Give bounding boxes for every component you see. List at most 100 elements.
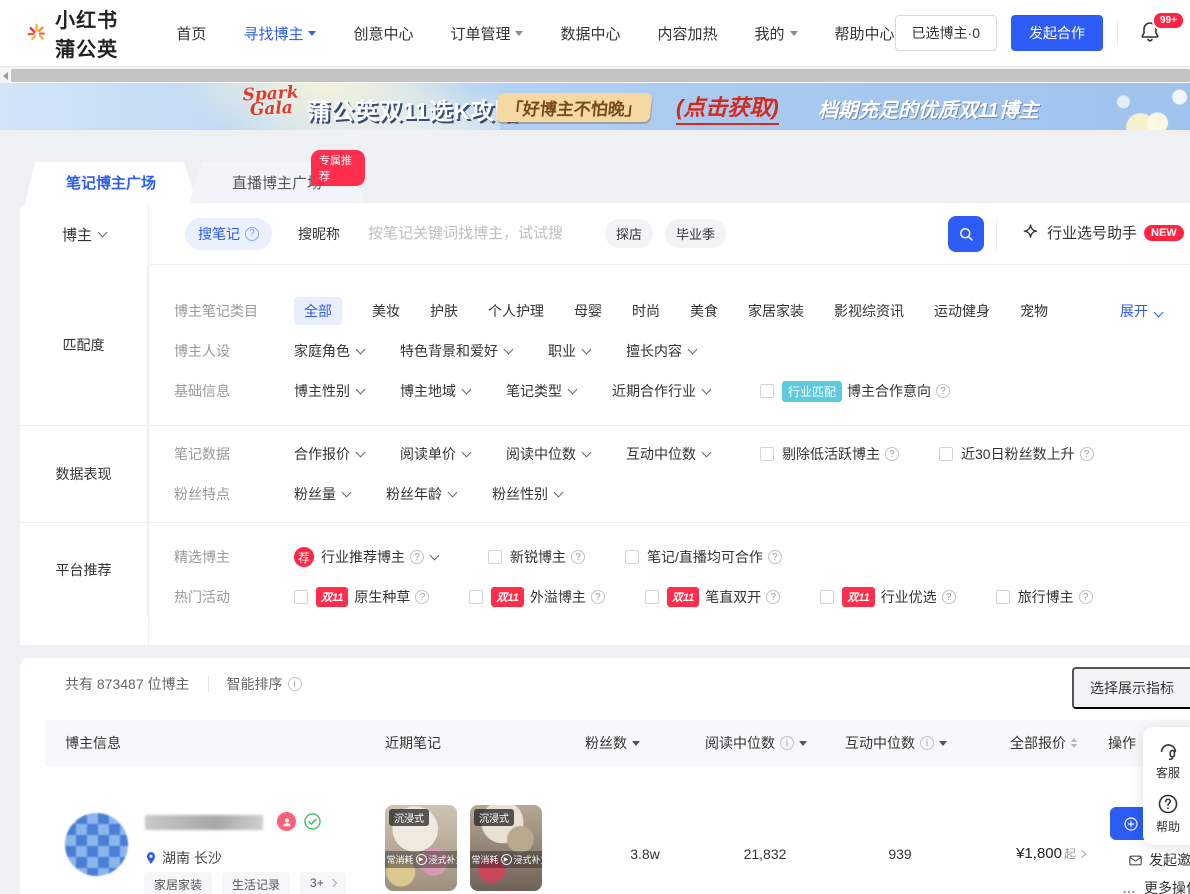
help-icon[interactable]: ?: [766, 590, 780, 604]
search-mode-note[interactable]: 搜笔记?: [185, 218, 272, 250]
customer-service-button[interactable]: 客服: [1155, 739, 1181, 781]
expand-link[interactable]: 展开: [1120, 301, 1162, 321]
checkbox[interactable]: [625, 550, 639, 564]
checkbox[interactable]: [996, 590, 1010, 604]
dropdown-region[interactable]: 博主地域: [400, 381, 470, 401]
help-icon[interactable]: ?: [885, 447, 899, 461]
filter-row-basic-info: 基础信息 博主性别 博主地域 笔记类型 近期合作行业 行业匹配 博主合作意向 ?: [147, 371, 1190, 411]
help-icon[interactable]: ?: [768, 550, 782, 564]
dropdown-family-role[interactable]: 家庭角色: [294, 341, 364, 361]
category-option[interactable]: 影视综资讯: [834, 301, 904, 321]
nav-item-mine[interactable]: 我的: [755, 23, 798, 44]
help-icon[interactable]: ?: [936, 384, 950, 398]
category-option[interactable]: 美食: [690, 301, 718, 321]
category-option[interactable]: 宠物: [1020, 301, 1048, 321]
category-option[interactable]: 个人护理: [488, 301, 544, 321]
promo-banner[interactable]: SparkGala 蒲公英双11选K攻略 「好博主不怕晚」 (点击获取) 档期充…: [0, 83, 1190, 130]
question-circle-icon: [1157, 793, 1179, 815]
category-option[interactable]: 时尚: [632, 301, 660, 321]
help-button[interactable]: 帮助: [1155, 793, 1181, 835]
dropdown-occupation[interactable]: 职业: [548, 341, 590, 361]
checkbox-travel-blogger: 旅行博主 ?: [996, 587, 1093, 607]
column-interact-median-sort[interactable]: 互动中位数i: [845, 720, 947, 766]
category-option[interactable]: 母婴: [574, 301, 602, 321]
blogger-name-redacted[interactable]: [145, 815, 263, 830]
nav-item-content-heating[interactable]: 内容加热: [658, 23, 718, 44]
nav-item-order-management[interactable]: 订单管理: [450, 23, 523, 44]
brand-logo[interactable]: 小红书蒲公英: [26, 4, 138, 62]
tab-note-blogger-plaza[interactable]: 笔记博主广场: [25, 162, 197, 203]
search-mode-nickname[interactable]: 搜昵称: [298, 224, 340, 244]
dropdown-fans-count[interactable]: 粉丝量: [294, 484, 350, 504]
checkbox[interactable]: [294, 590, 308, 604]
hot-tag-biyeji[interactable]: 毕业季: [665, 219, 726, 248]
dropdown-note-type[interactable]: 笔记类型: [506, 381, 576, 401]
help-icon[interactable]: ?: [591, 590, 605, 604]
dropdown-industry-recommend[interactable]: 荐 行业推荐博主 ?: [294, 547, 438, 567]
price-link[interactable]: ¥1,800起: [950, 845, 1085, 862]
nav-item-data-center[interactable]: 数据中心: [560, 23, 620, 44]
category-option-all[interactable]: 全部: [294, 297, 342, 325]
column-price-sort[interactable]: 全部报价: [1010, 720, 1077, 766]
help-icon[interactable]: ?: [410, 550, 424, 564]
checkbox[interactable]: [820, 590, 834, 604]
help-icon[interactable]: ?: [942, 590, 956, 604]
help-icon[interactable]: ?: [571, 550, 585, 564]
search-scope-dropdown[interactable]: 博主: [20, 203, 148, 265]
more-tags-toggle[interactable]: 3+: [300, 872, 346, 894]
note-thumbnail[interactable]: 沉浸式 日常消耗▶浸式补货: [385, 805, 457, 891]
dropdown-fans-age[interactable]: 粉丝年龄: [386, 484, 456, 504]
search-input[interactable]: [368, 225, 593, 242]
column-read-median-sort[interactable]: 阅读中位数i: [705, 720, 807, 766]
banner-cta-link[interactable]: (点击获取): [676, 90, 779, 125]
dropdown-coop-price[interactable]: 合作报价: [294, 444, 364, 464]
dropdown-gender[interactable]: 博主性别: [294, 381, 364, 401]
column-fans-sort[interactable]: 粉丝数: [585, 720, 640, 766]
help-icon[interactable]: ?: [245, 227, 259, 241]
checkbox[interactable]: [760, 384, 774, 398]
checkbox[interactable]: [760, 447, 774, 461]
help-icon[interactable]: ?: [1080, 447, 1094, 461]
help-icon[interactable]: ?: [1079, 590, 1093, 604]
dropdown-interact-median[interactable]: 互动中位数: [626, 444, 710, 464]
nav-item-home[interactable]: 首页: [176, 23, 206, 44]
filter-row-persona: 博主人设 家庭角色 特色背景和爱好 职业 擅长内容: [147, 331, 1190, 371]
scroll-left-arrow[interactable]: [0, 68, 11, 83]
note-thumbnail[interactable]: 沉浸式 日常消耗▶浸式补货: [470, 805, 542, 891]
help-icon[interactable]: ?: [415, 590, 429, 604]
checkbox[interactable]: [645, 590, 659, 604]
checkbox[interactable]: [488, 550, 502, 564]
smart-sort[interactable]: 智能排序: [227, 674, 283, 694]
industry-picker-helper[interactable]: 行业选号助手 NEW: [1021, 222, 1184, 243]
checkbox[interactable]: [939, 447, 953, 461]
send-invite-link[interactable]: 发起邀约: [1128, 850, 1190, 870]
scrollbar-thumb[interactable]: [11, 69, 1190, 82]
nav-item-creative-center[interactable]: 创意中心: [353, 23, 413, 44]
hot-tag-tandian[interactable]: 探店: [605, 219, 653, 248]
blogger-tag: 家居家装: [144, 872, 212, 894]
info-icon[interactable]: i: [920, 736, 934, 750]
info-icon[interactable]: i: [288, 677, 302, 691]
blogger-avatar-blurred[interactable]: [65, 813, 128, 876]
nav-item-help-center[interactable]: 帮助中心: [835, 23, 895, 44]
dropdown-content-specialty[interactable]: 擅长内容: [626, 341, 696, 361]
dropdown-background-hobby[interactable]: 特色背景和爱好: [400, 341, 512, 361]
dropdown-fans-gender[interactable]: 粉丝性别: [492, 484, 562, 504]
selected-bloggers-button[interactable]: 已选博主·0: [895, 15, 997, 51]
start-cooperation-button[interactable]: 发起合作: [1011, 15, 1103, 51]
category-option[interactable]: 美妆: [372, 301, 400, 321]
checkbox[interactable]: [469, 590, 483, 604]
category-option[interactable]: 家居家装: [748, 301, 804, 321]
more-operations-link[interactable]: … 更多操作: [1122, 878, 1190, 894]
notification-bell[interactable]: 99+: [1138, 20, 1164, 46]
choose-metrics-button[interactable]: 选择展示指标: [1072, 667, 1190, 709]
dropdown-read-median[interactable]: 阅读中位数: [506, 444, 590, 464]
nav-item-find-bloggers[interactable]: 寻找博主: [243, 23, 316, 44]
category-option[interactable]: 运动健身: [934, 301, 990, 321]
search-button[interactable]: [948, 216, 984, 252]
dropdown-read-unit-price[interactable]: 阅读单价: [400, 444, 470, 464]
category-option[interactable]: 护肤: [430, 301, 458, 321]
dropdown-recent-coop-industry[interactable]: 近期合作行业: [612, 381, 710, 401]
info-icon[interactable]: i: [780, 736, 794, 750]
horizontal-scrollbar: [0, 66, 1190, 83]
